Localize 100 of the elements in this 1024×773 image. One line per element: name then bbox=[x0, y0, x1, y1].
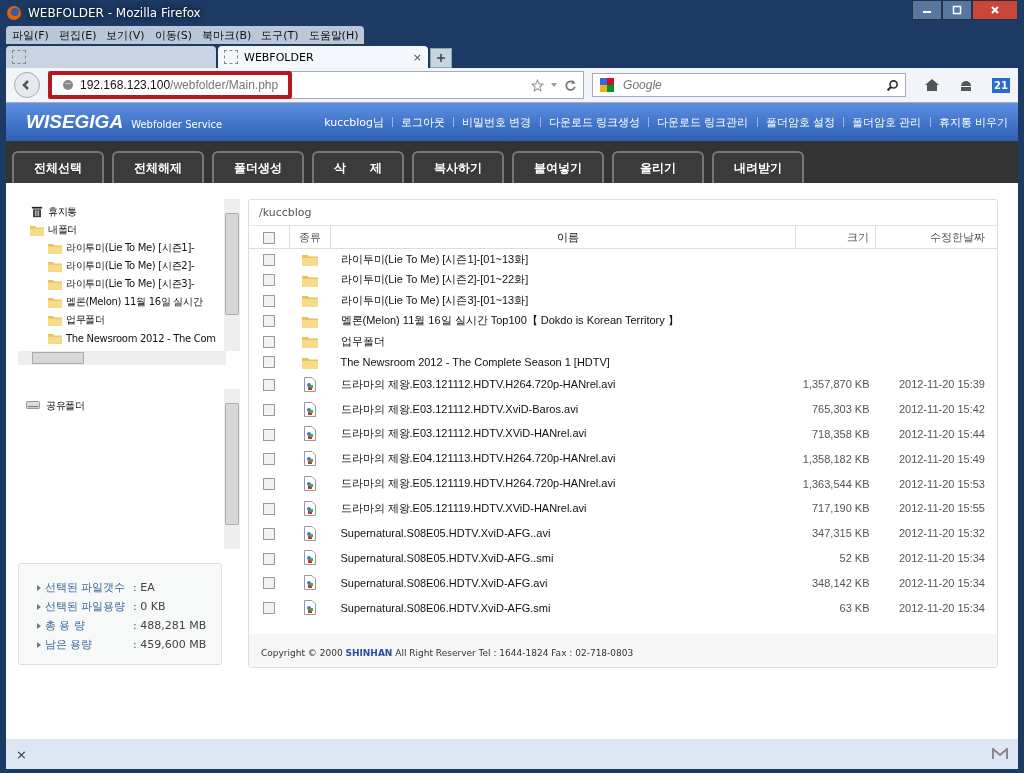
vertical-scrollbar[interactable] bbox=[224, 389, 240, 549]
menu-item[interactable]: 도움말(H) bbox=[308, 27, 359, 43]
folder-icon bbox=[48, 332, 62, 344]
tree-item[interactable]: 내폴더 bbox=[48, 223, 78, 237]
tree-item[interactable]: 업무폴더 bbox=[66, 313, 105, 327]
row-checkbox[interactable] bbox=[263, 428, 276, 441]
media-file-icon bbox=[304, 401, 316, 417]
file-name[interactable]: 업무폴더 bbox=[330, 331, 796, 352]
file-name[interactable]: 라이투미(Lie To Me) [시즌2]-[01~22화] bbox=[330, 269, 796, 290]
media-file-icon bbox=[304, 575, 316, 591]
calendar-icon[interactable]: 21 bbox=[992, 77, 1010, 93]
maximize-button[interactable] bbox=[942, 0, 972, 20]
toolbar-button[interactable]: 붙여넣기 bbox=[512, 151, 604, 183]
tree-item[interactable]: The Newsroom 2012 - The Com bbox=[66, 332, 216, 344]
search-bar[interactable]: Google bbox=[592, 73, 907, 97]
file-name[interactable]: 드라마의 제왕.E05.121119.HDTV.XViD-HANrel.avi bbox=[330, 496, 796, 521]
toolbar-button[interactable]: 내려받기 bbox=[712, 151, 804, 183]
header-link[interactable]: 비밀번호 변경 bbox=[462, 114, 532, 130]
header-link[interactable]: 폴더암호 관리 bbox=[852, 114, 922, 130]
file-name[interactable]: 드라마의 제왕.E05.121119.HDTV.H264.720p-HANrel.avi bbox=[330, 471, 796, 496]
tree-item[interactable]: 공유폴더 bbox=[46, 399, 85, 413]
file-name[interactable]: 멜론(Melon) 11월 16일 실시간 Top100【 Dokdo is Korean Territory 】 bbox=[330, 310, 796, 331]
select-all-checkbox[interactable] bbox=[263, 231, 275, 244]
file-name[interactable]: Supernatural.S08E06.HDTV.XviD-AFG.smi bbox=[330, 595, 796, 620]
tree-item[interactable]: 멜론(Melon) 11월 16일 실시간 bbox=[66, 295, 203, 309]
file-name[interactable]: 드라마의 제왕.E03.121112.HDTV.XViD-HANrel.avi bbox=[330, 421, 796, 447]
browser-logo-icon bbox=[6, 5, 22, 21]
reload-icon[interactable] bbox=[564, 78, 578, 92]
tree-item[interactable]: 휴지통 bbox=[48, 205, 78, 219]
mail-icon[interactable] bbox=[992, 748, 1008, 760]
tree-item[interactable]: 라이투미(Lie To Me) [시즌1]- bbox=[66, 241, 195, 255]
new-tab-button[interactable] bbox=[430, 48, 452, 68]
column-header[interactable]: 이름 bbox=[330, 226, 796, 249]
column-header[interactable]: 종류 bbox=[289, 226, 331, 249]
tree-item[interactable]: 라이투미(Lie To Me) [시즌3]- bbox=[66, 277, 195, 291]
close-findbar-button[interactable]: × bbox=[16, 746, 27, 762]
file-name[interactable]: 드라마의 제왕.E03.121112.HDTV.H264.720p-HANrel.avi bbox=[330, 372, 796, 397]
toolbar-button[interactable]: 폴더생성 bbox=[212, 151, 304, 183]
row-checkbox[interactable] bbox=[263, 552, 276, 565]
row-checkbox[interactable] bbox=[263, 502, 276, 515]
address-bar[interactable]: 192.168.123.100/webfolder/Main.php bbox=[48, 71, 585, 99]
row-checkbox[interactable] bbox=[263, 577, 276, 590]
file-name[interactable]: 라이투미(Lie To Me) [시즌3]-[01~13화] bbox=[330, 290, 796, 311]
home-icon[interactable] bbox=[924, 77, 941, 93]
row-checkbox[interactable] bbox=[263, 378, 276, 391]
menu-item[interactable]: 편집(E) bbox=[58, 27, 97, 43]
tree-item[interactable]: 라이투미(Lie To Me) [시즌2]- bbox=[66, 259, 195, 273]
column-header[interactable]: 크기 bbox=[795, 226, 876, 249]
menu-item[interactable]: 북마크(B) bbox=[202, 27, 252, 43]
row-checkbox[interactable] bbox=[263, 253, 276, 266]
row-checkbox[interactable] bbox=[263, 527, 276, 540]
row-checkbox[interactable] bbox=[263, 602, 276, 615]
row-checkbox[interactable] bbox=[263, 356, 276, 369]
folder-icon bbox=[302, 355, 318, 369]
toolbar-button[interactable]: 올리기 bbox=[612, 151, 704, 183]
file-name[interactable]: The Newsroom 2012 - The Complete Season 1 [HDTV] bbox=[330, 351, 796, 372]
row-checkbox[interactable] bbox=[263, 294, 276, 307]
file-name[interactable]: Supernatural.S08E05.HDTV.XviD-AFG..avi bbox=[330, 520, 796, 546]
vertical-scrollbar[interactable] bbox=[224, 199, 240, 351]
folder-path: /kuccblog bbox=[249, 200, 997, 226]
header-link[interactable]: 폴더암호 설정 bbox=[765, 114, 835, 130]
file-name[interactable]: Supernatural.S08E05.HDTV.XviD-AFG..smi bbox=[330, 545, 796, 571]
star-icon[interactable] bbox=[531, 78, 545, 92]
header-link[interactable]: 다운로드 링크생성 bbox=[548, 114, 640, 130]
file-size: 347,315 KB bbox=[812, 527, 870, 540]
toolbar-button[interactable]: 전체선택 bbox=[12, 151, 104, 183]
row-checkbox[interactable] bbox=[263, 453, 276, 466]
toolbar-button[interactable]: 전체해제 bbox=[112, 151, 204, 183]
row-checkbox[interactable] bbox=[263, 274, 276, 287]
row-checkbox[interactable] bbox=[263, 403, 276, 416]
minimize-button[interactable] bbox=[912, 0, 942, 20]
close-button[interactable] bbox=[972, 0, 1018, 20]
row-checkbox[interactable] bbox=[263, 335, 276, 348]
menu-item[interactable]: 이동(S) bbox=[154, 27, 193, 43]
file-name[interactable]: 드라마의 제왕.E04.121113.HDTV.H264.720p-HANrel.avi bbox=[330, 446, 796, 472]
menu-item[interactable]: 보기(V) bbox=[106, 27, 145, 43]
search-engine-icon bbox=[599, 77, 616, 93]
search-field[interactable]: Google bbox=[621, 77, 881, 93]
menu-item[interactable]: 파일(F) bbox=[12, 27, 49, 43]
file-name[interactable]: 라이투미(Lie To Me) [시즌1]-[01~13화] bbox=[330, 248, 796, 270]
toolbar-button[interactable]: 삭 제 bbox=[312, 151, 404, 183]
header-link[interactable]: 휴지통 비우기 bbox=[938, 114, 1008, 130]
header-link[interactable]: 다운로드 링크관리 bbox=[657, 114, 749, 130]
toolbar-button[interactable]: 복사하기 bbox=[412, 151, 504, 183]
maximize-icon bbox=[952, 5, 962, 15]
column-header[interactable]: 수정한날짜 bbox=[875, 226, 997, 249]
horizontal-scrollbar[interactable] bbox=[18, 351, 226, 365]
browser-tab[interactable]: WEBFOLDER × bbox=[218, 46, 428, 68]
file-name[interactable]: 드라마의 제왕.E03.121112.HDTV.XviD-Baros.avi bbox=[330, 396, 796, 422]
row-checkbox[interactable] bbox=[263, 478, 276, 491]
file-size: 1,357,870 KB bbox=[802, 378, 870, 391]
menu-item[interactable]: 도구(T) bbox=[261, 27, 299, 43]
header-link[interactable]: 로그아웃 bbox=[401, 114, 445, 130]
tab-close-button[interactable]: × bbox=[412, 50, 422, 64]
search-icon[interactable] bbox=[886, 78, 900, 92]
file-name[interactable]: Supernatural.S08E06.HDTV.XviD-AFG.avi bbox=[330, 570, 796, 596]
dropdown-icon[interactable] bbox=[550, 81, 559, 89]
back-button[interactable] bbox=[14, 72, 40, 98]
header-link[interactable]: kuccblog님 bbox=[324, 114, 384, 130]
row-checkbox[interactable] bbox=[263, 315, 276, 328]
